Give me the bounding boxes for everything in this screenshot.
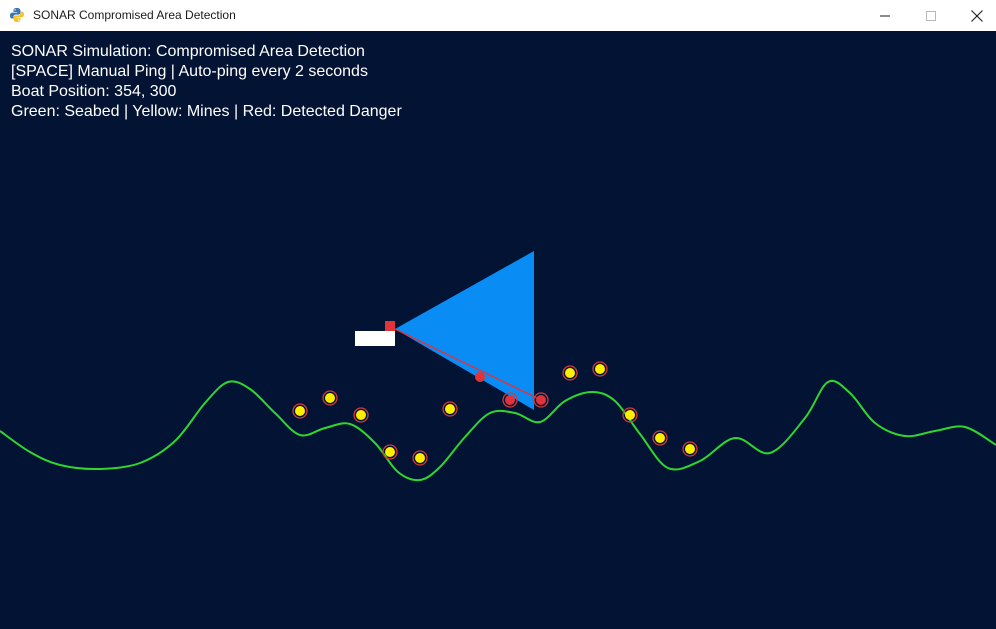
app-window: SONAR Compromised Area Detection SONAR S… (0, 0, 996, 629)
hud-controls-hint: [SPACE] Manual Ping | Auto-ping every 2 … (11, 63, 368, 80)
hud-title: SONAR Simulation: Compromised Area Detec… (11, 43, 365, 60)
mine (292, 403, 308, 419)
maximize-button[interactable] (908, 0, 954, 31)
boat-sonar-marker (385, 321, 395, 331)
hud-legend: Green: Seabed | Yellow: Mines | Red: Det… (11, 103, 402, 120)
mine-dot (295, 406, 305, 416)
mine (562, 365, 578, 381)
mine-dot (565, 368, 575, 378)
mine (412, 450, 428, 466)
detected-danger-point (502, 392, 518, 408)
mine-dot (625, 410, 635, 420)
mine-dot (415, 453, 425, 463)
maximize-icon (926, 10, 936, 21)
mine-dot (385, 447, 395, 457)
detected-dot (505, 395, 515, 405)
mine-dot (356, 410, 366, 420)
mine (353, 407, 369, 423)
close-button[interactable] (954, 0, 996, 31)
hud-boat-position: Boat Position: 354, 300 (11, 83, 177, 100)
mine-dot (595, 364, 605, 374)
mine (652, 430, 668, 446)
mine (682, 441, 698, 457)
close-icon (971, 9, 983, 22)
detected-danger-point (533, 392, 549, 408)
detected-dot (475, 372, 485, 382)
boat (355, 331, 395, 346)
mine (382, 444, 398, 460)
detected-dot (536, 395, 546, 405)
mine-dot (445, 404, 455, 414)
detected-danger-point (475, 372, 485, 382)
mine-dot (685, 444, 695, 454)
mine (322, 390, 338, 406)
minimize-icon (880, 15, 890, 16)
sonar-canvas[interactable]: SONAR Simulation: Compromised Area Detec… (0, 31, 996, 629)
python-icon (10, 8, 24, 22)
mine (592, 361, 608, 377)
window-title: SONAR Compromised Area Detection (33, 8, 236, 22)
mine (442, 401, 458, 417)
mine (622, 407, 638, 423)
mine-dot (655, 433, 665, 443)
title-bar[interactable]: SONAR Compromised Area Detection (0, 0, 996, 31)
seabed-line (0, 379, 996, 482)
mine-dot (325, 393, 335, 403)
hud-text: SONAR Simulation: Compromised Area Detec… (11, 42, 402, 122)
minimize-button[interactable] (862, 0, 908, 31)
